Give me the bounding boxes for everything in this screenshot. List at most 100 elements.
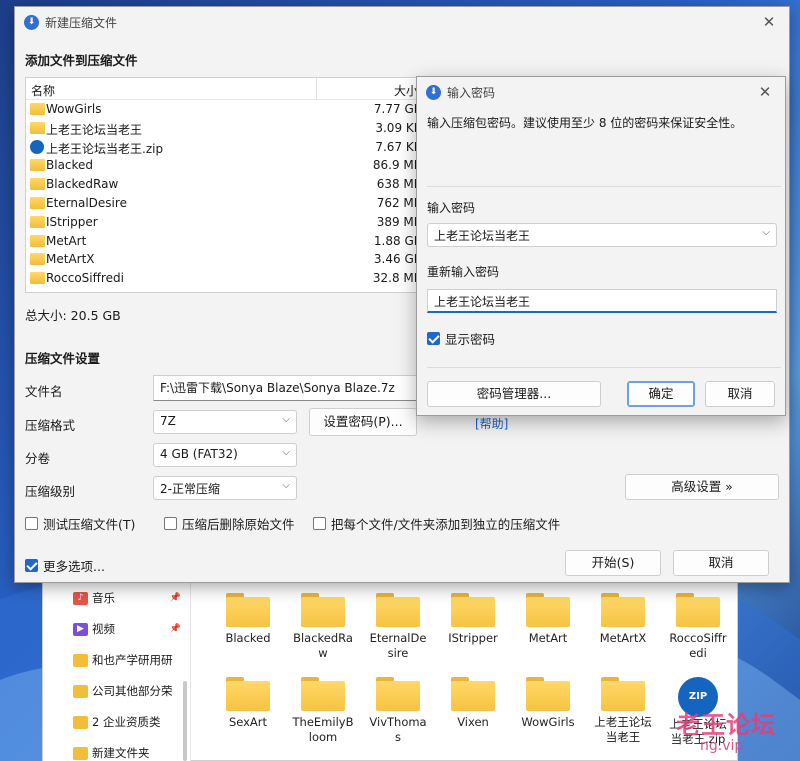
file-list-header: 名称 大小 bbox=[26, 78, 420, 100]
cancel-button[interactable]: 取消 bbox=[673, 550, 769, 576]
file-list[interactable]: 名称 大小 WowGirls 7.77 GB 上老王论坛当老王 3.09 KB 上老王论… bbox=[25, 77, 422, 293]
test-archive-option[interactable]: 测试压缩文件(T) bbox=[25, 514, 135, 533]
dialog-title: 新建压缩文件 bbox=[45, 15, 118, 30]
folder-icon bbox=[30, 178, 45, 191]
folder-icon bbox=[73, 684, 88, 698]
password-cancel-button[interactable]: 取消 bbox=[705, 381, 775, 407]
nav-item[interactable]: ▶ 视频 📌 bbox=[73, 619, 191, 639]
test-archive-label: 测试压缩文件(T) bbox=[43, 517, 136, 532]
file-tile[interactable]: BlackedRa w bbox=[290, 593, 356, 661]
filename-label: 文件名 bbox=[25, 384, 63, 399]
file-tile[interactable]: EternalDe sire bbox=[365, 593, 431, 661]
file-name: WowGirls bbox=[46, 102, 102, 116]
start-button[interactable]: 开始(S) bbox=[565, 550, 661, 576]
enter-password-dialog: ⬇ 输入密码 ✕ 输入压缩包密码。建议使用至少 8 位的密码来保证安全性。 输入… bbox=[416, 76, 786, 416]
folder-icon bbox=[226, 593, 270, 627]
advanced-settings-button[interactable]: 高级设置 » bbox=[625, 474, 779, 500]
file-tile[interactable]: Blacked bbox=[215, 593, 281, 646]
split-value: 4 GB (FAT32) bbox=[160, 447, 238, 461]
reenter-password-label: 重新输入密码 bbox=[427, 265, 500, 279]
show-password-option[interactable]: 显示密码 bbox=[427, 329, 495, 348]
folder-icon bbox=[73, 715, 88, 729]
tile-label-line: VivThoma bbox=[369, 715, 427, 729]
password-manager-button[interactable]: 密码管理器... bbox=[427, 381, 601, 407]
ok-button[interactable]: 确定 bbox=[627, 381, 695, 407]
file-tile[interactable]: SexArt bbox=[215, 677, 281, 730]
folder-icon bbox=[451, 677, 495, 711]
folder-icon bbox=[601, 593, 645, 627]
file-row[interactable]: 上老王论坛当老王 3.09 KB bbox=[26, 119, 422, 138]
file-row[interactable]: MetArtX 3.46 GB bbox=[26, 250, 422, 269]
tile-label-line: TheEmilyB bbox=[292, 715, 354, 729]
enter-password-field[interactable]: 上老王论坛当老王 ⌵ bbox=[427, 223, 777, 247]
file-row[interactable]: IStripper 389 MB bbox=[26, 213, 422, 232]
tile-label-line: s bbox=[395, 730, 401, 744]
file-tile[interactable]: MetArt bbox=[515, 593, 581, 646]
file-size: 3.46 GB bbox=[373, 252, 422, 267]
split-label: 分卷 bbox=[25, 451, 51, 466]
file-row[interactable]: MetArt 1.88 GB bbox=[26, 232, 422, 251]
file-tile[interactable]: Vixen bbox=[440, 677, 506, 730]
file-name: IStripper bbox=[46, 214, 98, 229]
delete-after-option[interactable]: 压缩后删除原始文件 bbox=[164, 514, 295, 533]
nav-item[interactable]: 新建文件夹 bbox=[73, 743, 191, 761]
file-tile[interactable]: RoccoSiffr edi bbox=[665, 593, 731, 661]
nav-item[interactable]: 和也产学研用研 bbox=[73, 650, 191, 670]
tile-label-line: edi bbox=[689, 646, 707, 660]
nav-scrollbar[interactable] bbox=[183, 681, 187, 761]
file-tile[interactable]: 上老王论坛 当老王 bbox=[590, 677, 656, 745]
delete-after-checkbox[interactable] bbox=[164, 517, 177, 530]
file-row[interactable]: WowGirls 7.77 GB bbox=[26, 100, 422, 119]
test-archive-checkbox[interactable] bbox=[25, 517, 38, 530]
show-password-checkbox[interactable] bbox=[427, 332, 440, 345]
split-select[interactable]: 4 GB (FAT32) ⌵ bbox=[153, 443, 297, 467]
nav-item[interactable]: 2 企业资质类 bbox=[73, 712, 191, 732]
set-password-button[interactable]: 设置密码(P)... bbox=[309, 408, 417, 436]
column-header-size[interactable]: 大小 bbox=[394, 82, 418, 99]
watermark-url: ng.vip bbox=[700, 738, 744, 754]
folder-icon bbox=[226, 677, 270, 711]
nav-item[interactable]: ♪ 音乐 📌 bbox=[73, 588, 191, 608]
tile-label-line: Blacked bbox=[225, 631, 271, 645]
file-row[interactable]: Blacked 86.9 MB bbox=[26, 156, 422, 175]
dialog-titlebar: ⬇ 新建压缩文件 ✕ bbox=[15, 7, 789, 37]
pin-icon[interactable]: 📌 bbox=[170, 624, 181, 634]
file-row[interactable]: EternalDesire 762 MB bbox=[26, 194, 422, 213]
file-tile[interactable]: WowGirls bbox=[515, 677, 581, 730]
zip-file-icon bbox=[30, 139, 44, 154]
format-value: 7Z bbox=[160, 414, 176, 428]
file-row[interactable]: 上老王论坛当老王.zip 7.67 KB bbox=[26, 138, 422, 157]
column-header-name[interactable]: 名称 bbox=[31, 82, 55, 99]
close-icon[interactable]: ✕ bbox=[755, 83, 775, 101]
password-dialog-title: 输入密码 bbox=[447, 85, 496, 100]
file-tile[interactable]: IStripper bbox=[440, 593, 506, 646]
file-tile[interactable]: VivThoma s bbox=[365, 677, 431, 745]
add-files-section-title: 添加文件到压缩文件 bbox=[25, 53, 138, 68]
file-tile[interactable]: TheEmilyB loom bbox=[290, 677, 356, 745]
file-row[interactable]: RoccoSiffredi 32.8 MB bbox=[26, 269, 422, 288]
file-size: 1.88 GB bbox=[373, 233, 422, 248]
nav-item[interactable]: 公司其他部分荣 bbox=[73, 681, 191, 701]
help-link[interactable]: [帮助] bbox=[475, 415, 508, 432]
file-size: 3.09 KB bbox=[375, 120, 422, 135]
format-label: 压缩格式 bbox=[25, 418, 76, 433]
chevron-down-icon: ⌵ bbox=[282, 447, 290, 458]
more-options-toggle[interactable]: 更多选项... bbox=[25, 556, 105, 575]
folder-icon bbox=[30, 234, 45, 247]
format-select[interactable]: 7Z ⌵ bbox=[153, 410, 297, 434]
filename-input[interactable]: F:\迅雷下载\Sonya Blaze\Sonya Blaze.7z bbox=[153, 375, 419, 401]
explorer-navigation-pane: ♪ 音乐 📌 ▶ 视频 📌 和也产学研用研 公司其他部分荣 2 企业资质类新建文件夹 bbox=[43, 581, 191, 761]
file-size: 32.8 MB bbox=[372, 271, 422, 286]
reenter-password-field[interactable]: 上老王论坛当老王 bbox=[427, 289, 777, 313]
file-row[interactable]: BlackedRaw 638 MB bbox=[26, 175, 422, 194]
close-icon[interactable]: ✕ bbox=[759, 13, 779, 31]
file-tile[interactable]: MetArtX bbox=[590, 593, 656, 646]
more-options-checkbox[interactable] bbox=[25, 559, 38, 572]
nav-item-label: 新建文件夹 bbox=[92, 746, 150, 760]
folder-icon bbox=[526, 593, 570, 627]
password-description: 输入压缩包密码。建议使用至少 8 位的密码来保证安全性。 bbox=[427, 116, 743, 130]
separate-archives-checkbox[interactable] bbox=[313, 517, 326, 530]
pin-icon[interactable]: 📌 bbox=[170, 593, 181, 603]
separate-archives-option[interactable]: 把每个文件/文件夹添加到独立的压缩文件 bbox=[313, 514, 560, 533]
level-select[interactable]: 2-正常压缩 ⌵ bbox=[153, 476, 297, 500]
